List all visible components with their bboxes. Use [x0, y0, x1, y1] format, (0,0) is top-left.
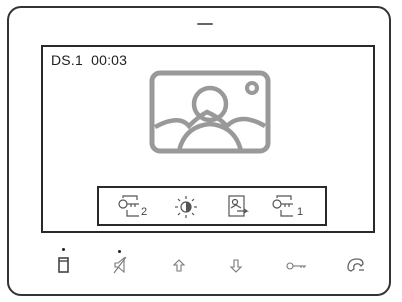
- arrow-down-icon: [229, 259, 243, 273]
- unlock-button[interactable]: [284, 246, 310, 276]
- lock-number-label: 1: [297, 206, 304, 218]
- monitor-button[interactable]: [53, 246, 75, 276]
- speaker-mute-icon: [113, 256, 127, 274]
- brightness-button[interactable]: [173, 194, 199, 220]
- speaker-slot: [197, 23, 213, 25]
- status-bar: DS.1 00:03: [51, 52, 127, 68]
- key-icon: [286, 262, 306, 270]
- unlock-lock-1-button[interactable]: 1: [271, 194, 307, 220]
- snapshot-button[interactable]: [225, 194, 251, 220]
- image-placeholder-icon: [149, 70, 271, 154]
- channel-label: DS.1: [51, 52, 83, 68]
- up-button[interactable]: [168, 246, 190, 276]
- key-icon: [272, 195, 293, 217]
- down-button[interactable]: [225, 246, 247, 276]
- brightness-icon: [175, 196, 197, 218]
- snapshot-icon: [228, 195, 249, 217]
- arrow-up-icon: [172, 259, 186, 272]
- unlock-lock-2-button[interactable]: 2: [117, 194, 151, 220]
- intercom-icon: [347, 258, 364, 272]
- call-timer: 00:03: [91, 52, 128, 68]
- handset-icon: [58, 257, 69, 273]
- intercom-button[interactable]: [343, 246, 369, 276]
- mute-button[interactable]: [110, 246, 132, 276]
- key-icon: [118, 195, 139, 217]
- lock-number-label: 2: [141, 206, 148, 218]
